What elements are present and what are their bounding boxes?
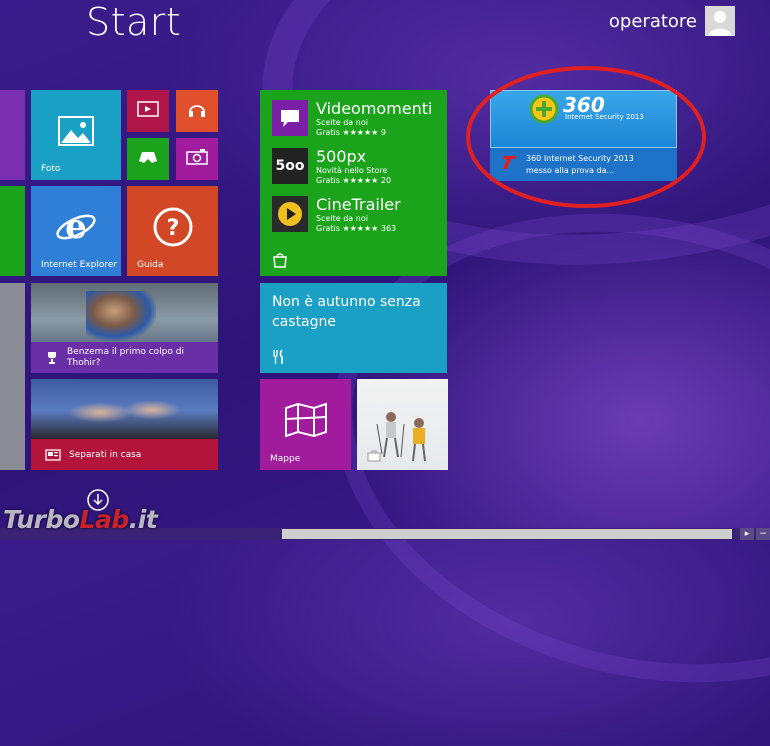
store-item-sub: Scelte da noi	[316, 118, 368, 127]
tile-travel[interactable]	[357, 379, 448, 470]
camera-icon	[186, 148, 208, 165]
store-item-rating: Gratis ★★★★★ 9	[316, 128, 386, 137]
cutlery-icon	[273, 349, 283, 364]
500px-logo-text: 5oo	[275, 158, 305, 174]
suitcase-icon	[367, 450, 381, 462]
trophy-icon	[48, 351, 56, 364]
store-item-rating: Gratis ★★★★★ 20	[316, 176, 392, 185]
watermark-part: Lab	[79, 505, 130, 534]
internet-explorer-icon: e	[56, 207, 96, 247]
avatar[interactable]	[705, 6, 735, 36]
play-icon	[278, 202, 302, 226]
store-item-sub: Scelte da noi	[316, 214, 368, 223]
store-item-name: CineTrailer	[316, 195, 401, 214]
video-chat-icon	[281, 110, 299, 127]
tile-label: Foto	[41, 164, 61, 174]
zoom-out-button[interactable]: −	[756, 528, 770, 540]
photo-icon	[58, 115, 94, 146]
sport-caption-bar: Benzema il primo colpo di Thohir?	[31, 342, 218, 373]
store-item-rating: Gratis ★★★★★ 363	[316, 224, 397, 233]
gamepad-icon	[139, 151, 157, 163]
store-item-name: Videomomenti	[316, 99, 433, 118]
video-icon	[137, 101, 159, 117]
tile-games[interactable]	[127, 138, 169, 180]
user-name[interactable]: operatore	[609, 11, 697, 32]
tile-guida[interactable]: ? Guida	[127, 186, 218, 276]
store-bag-icon	[273, 253, 287, 268]
tile-partial-green[interactable]	[0, 186, 25, 276]
help-icon: ?	[153, 207, 192, 246]
tile-label: Guida	[137, 260, 164, 270]
tile-partial-photo[interactable]	[0, 283, 25, 470]
store-item[interactable]: 5oo 500px Novità nello Store Gratis ★★★★…	[272, 148, 391, 186]
news-caption: Separati in casa	[69, 449, 142, 460]
tile-mappe[interactable]: Mappe	[260, 379, 351, 470]
svg-text:?: ?	[166, 216, 179, 241]
tile-news[interactable]: Separati in casa	[31, 379, 218, 470]
tile-label: Internet Explorer	[41, 260, 118, 270]
tile-internet-explorer[interactable]: e Internet Explorer	[31, 186, 121, 276]
500px-thumb: 5oo	[272, 148, 308, 184]
news-caption-bar: Separati in casa	[31, 439, 218, 470]
page-title: Start	[86, 0, 182, 44]
news-image	[61, 389, 191, 441]
tile-video[interactable]	[127, 90, 169, 132]
cinetrailer-thumb	[272, 196, 308, 232]
watermark-part: Turbo	[3, 505, 80, 534]
store-item-sub: Novità nello Store	[316, 166, 388, 175]
food-headline: Non è autunno senza castagne	[272, 294, 421, 330]
watermark: TurboLab.it	[3, 505, 158, 534]
store-item-name: 500px	[316, 147, 367, 166]
scrollbar-thumb[interactable]	[282, 529, 732, 539]
tile-label: Mappe	[270, 454, 301, 464]
tile-sport[interactable]: Benzema il primo colpo di Thohir?	[31, 283, 218, 373]
store-item[interactable]: Videomomenti Scelte da noi Gratis ★★★★★ …	[272, 100, 433, 138]
user-account[interactable]: operatore	[609, 6, 735, 36]
watermark-part: .it	[128, 505, 158, 534]
tile-foto[interactable]: Foto	[31, 90, 121, 180]
map-icon	[284, 402, 327, 438]
tile-music[interactable]	[176, 90, 218, 132]
tile-partial-purple[interactable]	[0, 90, 25, 180]
store-item[interactable]: CineTrailer Scelte da noi Gratis ★★★★★ 3…	[272, 196, 401, 234]
newspaper-icon	[45, 448, 61, 461]
user-icon	[709, 11, 731, 36]
videomomenti-thumb	[272, 100, 308, 136]
tile-food[interactable]: Non è autunno senza castagne	[260, 283, 447, 373]
tile-store[interactable]: Videomomenti Scelte da noi Gratis ★★★★★ …	[260, 90, 447, 276]
svg-text:e: e	[65, 207, 87, 247]
sport-image	[86, 291, 156, 341]
annotation-ellipse	[466, 66, 706, 208]
headphones-icon	[189, 105, 205, 117]
tile-camera[interactable]	[176, 138, 218, 180]
scroll-right-button[interactable]: ▸	[740, 528, 754, 540]
sport-caption: Benzema il primo colpo di Thohir?	[67, 346, 184, 368]
